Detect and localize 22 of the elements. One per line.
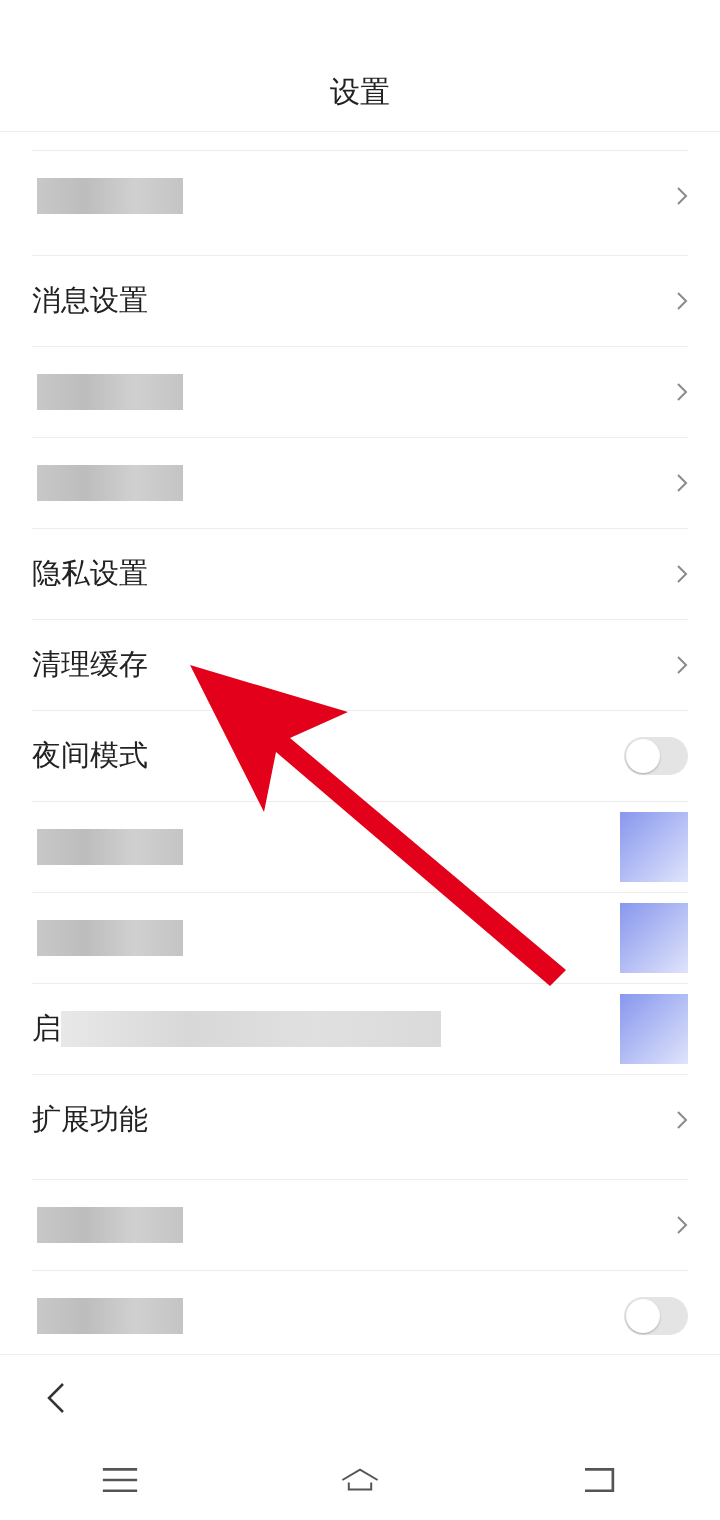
chevron-icon[interactable]: [676, 563, 688, 584]
blurred-block: [620, 902, 688, 973]
setting-label: 启: [32, 1009, 61, 1047]
chevron-icon[interactable]: [676, 654, 688, 675]
blurred-block: [620, 811, 688, 882]
blurred-block: [620, 993, 688, 1064]
back-icon[interactable]: [46, 1381, 66, 1414]
chevron-icon[interactable]: [676, 1214, 688, 1235]
setting-label: 夜间模式: [32, 736, 148, 774]
toggle-switch[interactable]: [624, 736, 688, 775]
chevron-icon[interactable]: [676, 290, 688, 311]
page-title: 设置: [330, 72, 390, 111]
toggle-switch[interactable]: [624, 1296, 688, 1335]
menu-icon[interactable]: [100, 1465, 140, 1495]
setting-label: 隐私设置: [32, 554, 148, 592]
chevron-icon[interactable]: [676, 472, 688, 493]
setting-label: 扩展功能: [32, 1100, 148, 1138]
chevron-icon[interactable]: [676, 185, 688, 206]
setting-label: 消息设置: [32, 281, 148, 319]
chevron-icon[interactable]: [676, 1109, 688, 1130]
setting-label: 清理缓存: [32, 645, 148, 683]
chevron-icon[interactable]: [676, 381, 688, 402]
